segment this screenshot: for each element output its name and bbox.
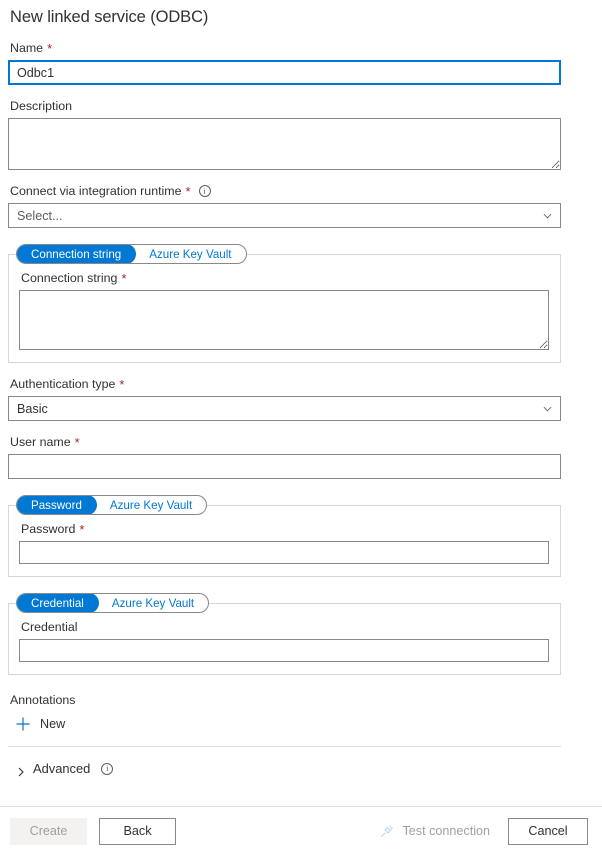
page-title: New linked service (ODBC) [10,8,209,26]
description-textarea[interactable] [8,118,561,170]
required-asterisk: * [185,183,191,199]
description-label: Description [8,99,561,113]
required-asterisk: * [119,376,125,392]
password-label-text: Password [21,522,76,536]
toggle-option-azure-key-vault[interactable]: Azure Key Vault [135,245,245,263]
new-linked-service-panel: New linked service (ODBC) Name * Descrip… [0,0,602,855]
integration-runtime-select[interactable]: Select... [8,203,561,228]
user-name-label-text: User name [10,435,71,449]
info-icon[interactable]: i [198,185,211,197]
auth-type-value: Basic [17,401,48,416]
credential-panel: Credential [8,603,561,675]
integration-runtime-select-wrap: Select... [8,203,561,228]
description-field-group: Description [8,99,561,170]
user-name-input[interactable] [8,454,561,479]
toggle-option-credential[interactable]: Credential [17,594,99,612]
auth-type-select[interactable]: Basic [8,396,561,421]
password-toggle[interactable]: Password Azure Key Vault [16,495,208,515]
plus-icon [15,716,31,732]
password-panel: Password * [8,505,561,577]
required-asterisk: * [74,434,80,450]
password-label: Password * [19,522,550,536]
toggle-option-azure-key-vault[interactable]: Azure Key Vault [98,594,208,612]
integration-runtime-label: Connect via integration runtime * i [8,184,561,198]
integration-runtime-label-text: Connect via integration runtime [10,184,182,198]
add-annotation-button[interactable]: New [8,716,65,732]
test-connection-button[interactable]: Test connection [379,824,490,839]
create-button[interactable]: Create [10,817,87,845]
auth-type-label-text: Authentication type [10,377,116,391]
description-label-text: Description [10,99,72,113]
info-icon[interactable]: i [101,762,114,775]
auth-type-field-group: Authentication type * Basic [8,377,561,421]
credential-label: Credential [19,620,550,634]
credential-label-text: Credential [21,620,78,634]
annotations-label: Annotations [10,693,76,707]
credential-input[interactable] [19,639,549,662]
add-annotation-label: New [40,717,66,731]
chevron-right-icon [16,764,26,776]
footer-action-bar: Create Back Test connection Cancel [0,806,602,855]
required-asterisk: * [47,40,53,56]
auth-type-select-wrap: Basic [8,396,561,421]
connection-string-toggle[interactable]: Connection string Azure Key Vault [16,244,247,264]
connection-string-textarea[interactable] [19,290,549,350]
divider [8,746,561,747]
test-connection-label: Test connection [402,824,490,838]
advanced-section-toggle[interactable]: Advanced i [8,761,114,776]
integration-runtime-value: Select... [17,208,63,223]
cancel-button[interactable]: Cancel [508,817,588,845]
advanced-label: Advanced [33,761,91,776]
user-name-field-group: User name * [8,435,561,479]
name-label: Name * [8,41,561,55]
required-asterisk: * [121,270,127,286]
form-body: New linked service (ODBC) Name * Descrip… [0,0,602,806]
required-asterisk: * [79,521,85,537]
auth-type-label: Authentication type * [8,377,561,391]
name-field-group: Name * [8,41,561,85]
toggle-option-azure-key-vault[interactable]: Azure Key Vault [96,496,206,514]
connection-string-label: Connection string * [19,271,550,285]
connection-string-label-text: Connection string [21,271,118,285]
toggle-option-password[interactable]: Password [17,496,97,514]
connection-string-panel: Connection string * [8,254,561,363]
credential-toggle[interactable]: Credential Azure Key Vault [16,593,210,613]
user-name-label: User name * [8,435,561,449]
name-input[interactable] [8,60,561,85]
name-label-text: Name [10,41,44,55]
plug-icon [379,824,394,839]
back-button[interactable]: Back [99,817,176,845]
integration-runtime-field-group: Connect via integration runtime * i Sele… [8,184,561,228]
password-input[interactable] [19,541,549,564]
toggle-option-connection-string[interactable]: Connection string [16,245,137,263]
